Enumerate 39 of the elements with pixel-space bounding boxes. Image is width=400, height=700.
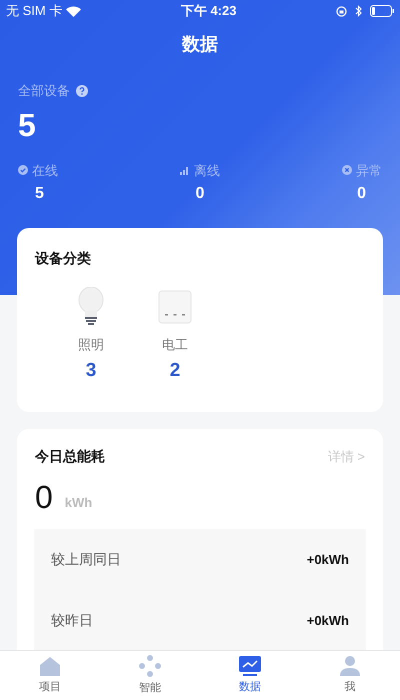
carrier-label: 无 SIM 卡 <box>6 2 62 20</box>
tab[interactable]: 智能 <box>100 651 200 700</box>
comparison-label: 较昨日 <box>51 611 93 630</box>
wifi-icon <box>66 6 82 16</box>
stat-value: 0 <box>357 184 367 204</box>
dots-icon <box>139 654 161 677</box>
comparison-label: 较上周同日 <box>51 550 121 569</box>
signal-icon <box>180 165 190 176</box>
stat-label: 离线 <box>194 162 220 180</box>
tab[interactable]: 数据 <box>200 651 300 700</box>
comparison-value: +0kWh <box>306 612 349 630</box>
category-item[interactable]: 电工 2 <box>147 287 203 385</box>
category-item[interactable]: 照明 3 <box>63 287 119 385</box>
stat-label: 异常 <box>356 162 382 180</box>
energy-value: 0 <box>35 479 53 515</box>
comparison-value: +0kWh <box>306 550 349 569</box>
stat-value: 5 <box>34 184 44 204</box>
help-icon <box>76 84 88 97</box>
home-icon <box>39 656 61 676</box>
total-devices-label: 全部设备 <box>18 82 70 100</box>
person-icon <box>339 656 361 676</box>
stat-label: 在线 <box>32 162 58 180</box>
card-title: 设备分类 <box>35 249 92 268</box>
bluetooth-icon <box>354 5 362 17</box>
light-bulb-icon <box>76 287 106 327</box>
tab[interactable]: 我 <box>300 651 400 700</box>
tab[interactable]: 项目 <box>0 651 100 700</box>
chart-icon <box>239 656 261 676</box>
close-icon <box>342 165 352 176</box>
check-icon <box>18 165 28 176</box>
total-devices-count: 5 <box>18 106 37 144</box>
power-strip-icon <box>158 290 192 324</box>
clock: 下午 4:23 <box>180 2 236 20</box>
page-title: 数据 <box>182 32 218 56</box>
lock-rotation-icon <box>336 6 347 16</box>
energy-unit: kWh <box>64 494 92 512</box>
battery-icon <box>370 5 394 17</box>
stat-value: 0 <box>196 184 204 204</box>
card-title: 今日总能耗 <box>35 447 105 466</box>
